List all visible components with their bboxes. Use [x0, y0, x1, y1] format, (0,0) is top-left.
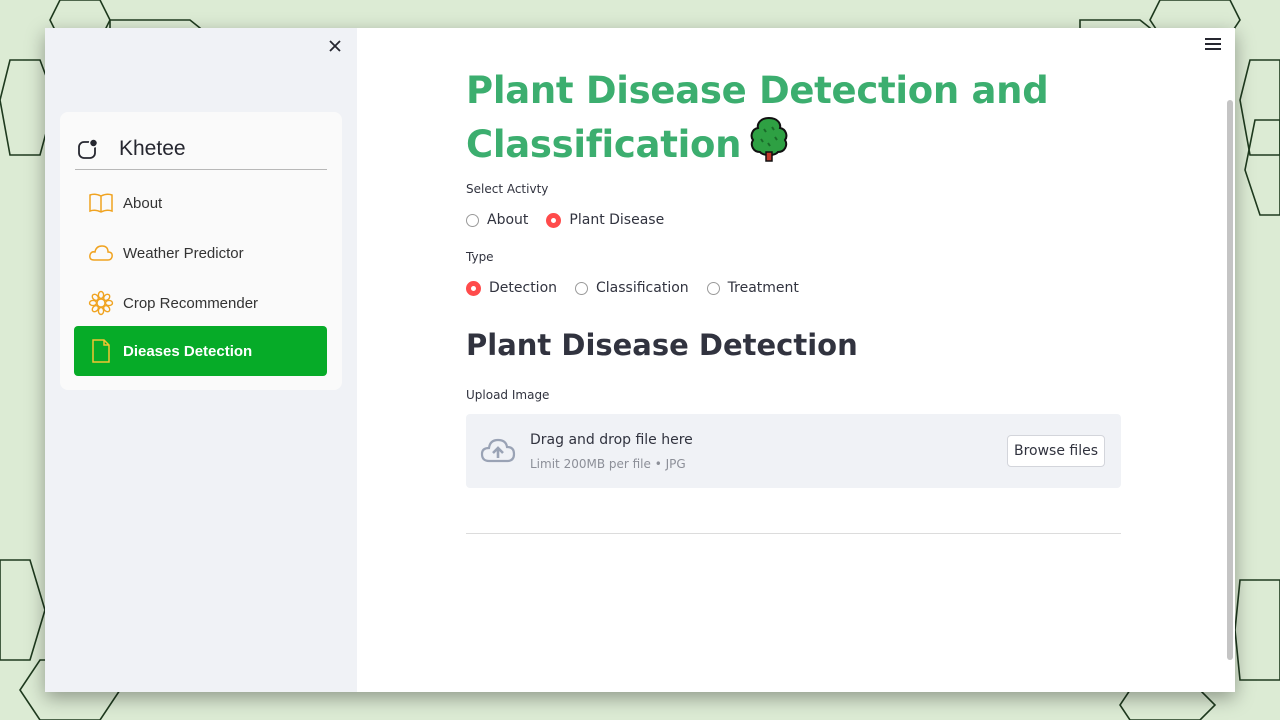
- close-sidebar-button[interactable]: [325, 36, 345, 56]
- radio-circle: [466, 280, 481, 296]
- radio-circle: [466, 213, 479, 227]
- main-panel: Plant Disease Detection and Classificati…: [357, 28, 1235, 692]
- sidebar-item-label: Weather Predictor: [123, 244, 244, 262]
- cloud-icon: [88, 240, 114, 266]
- sidebar-item-label: About: [123, 194, 163, 212]
- radio-classification[interactable]: Classification: [575, 280, 689, 296]
- page-title: Plant Disease Detection and Classificati…: [466, 66, 1086, 175]
- book-icon: [88, 190, 114, 216]
- sidebar-item-weather-predictor[interactable]: Weather Predictor: [74, 228, 327, 278]
- scrollbar[interactable]: [1227, 100, 1233, 660]
- sidebar-item-dieases-detection[interactable]: Dieases Detection: [74, 326, 327, 376]
- menu-title: Khetee: [119, 137, 186, 160]
- sidebar-item-crop-recommender[interactable]: Crop Recommender: [74, 278, 327, 328]
- sidebar: Khetee About Weather Predictor Crop Reco…: [45, 28, 357, 692]
- upload-label: Upload Image: [466, 388, 550, 402]
- option-menu: Khetee About Weather Predictor Crop Reco…: [60, 112, 342, 390]
- radio-label: Classification: [596, 280, 689, 296]
- radio-label: Treatment: [727, 280, 799, 296]
- radio-label: About: [487, 212, 529, 228]
- limit-text: Limit 200MB per file • JPG: [530, 457, 686, 471]
- radio-circle: [546, 212, 562, 228]
- app-window: Khetee About Weather Predictor Crop Reco…: [45, 28, 1235, 692]
- radio-label: Detection: [489, 280, 558, 296]
- radio-circle: [575, 281, 589, 295]
- section-title: Plant Disease Detection: [466, 328, 858, 362]
- type-label: Type: [466, 250, 494, 264]
- sidebar-item-label: Dieases Detection: [123, 342, 253, 360]
- activity-radio-group: About Plant Disease: [466, 212, 682, 228]
- file-uploader-dropzone[interactable]: Drag and drop file here Limit 200MB per …: [466, 414, 1121, 488]
- radio-treatment[interactable]: Treatment: [706, 280, 799, 296]
- sidebar-item-label: Crop Recommender: [123, 294, 259, 312]
- flower-icon: [88, 290, 114, 316]
- radio-detection[interactable]: Detection: [466, 280, 557, 296]
- browse-files-button[interactable]: Browse files: [1007, 435, 1105, 467]
- cloud-upload-icon: [480, 438, 516, 463]
- divider: [466, 533, 1121, 534]
- activity-label: Select Activty: [466, 182, 549, 196]
- file-icon: [88, 338, 114, 364]
- radio-plant-disease[interactable]: Plant Disease: [546, 212, 664, 228]
- tree-icon: [747, 115, 791, 175]
- app-logo-icon: [78, 138, 99, 159]
- close-icon: [329, 40, 341, 52]
- radio-about[interactable]: About: [466, 212, 528, 228]
- type-radio-group: Detection Classification Treatment: [466, 280, 817, 296]
- sidebar-item-about[interactable]: About: [74, 178, 327, 228]
- radio-circle: [706, 281, 720, 295]
- menu-header: Khetee: [75, 129, 327, 170]
- hamburger-menu-icon[interactable]: [1205, 38, 1221, 52]
- drop-text: Drag and drop file here: [530, 432, 693, 448]
- radio-label: Plant Disease: [569, 212, 665, 228]
